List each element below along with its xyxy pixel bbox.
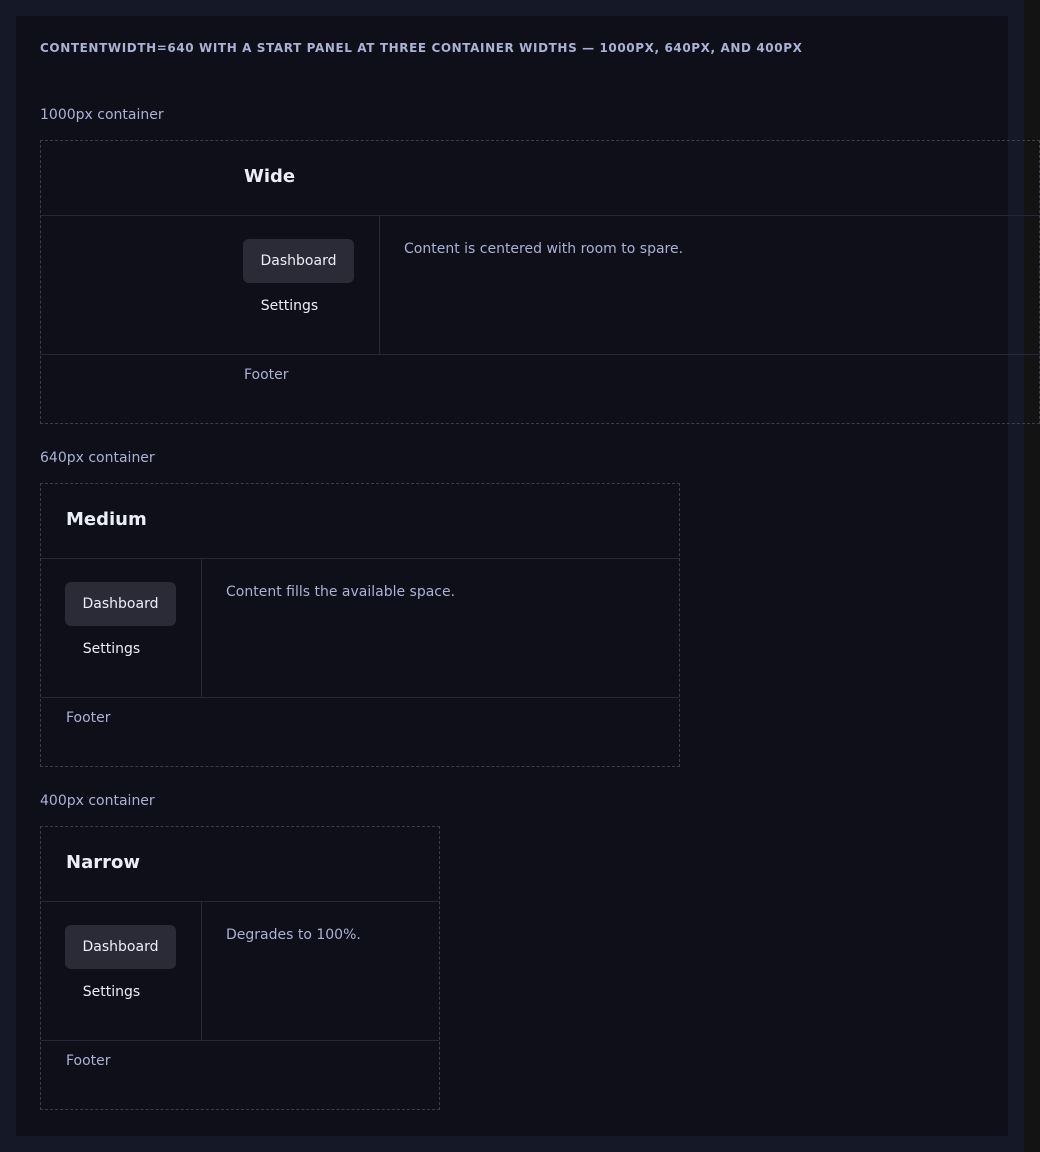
container-narrow: Narrow Dashboard Settings Degrades to 10…	[40, 826, 440, 1110]
nav-item-dashboard[interactable]: Dashboard	[65, 582, 176, 626]
start-panel: Dashboard Settings	[243, 215, 380, 354]
app-footer: Footer	[244, 367, 289, 383]
demo-page: CONTENTWIDTH=640 WITH A START PANEL AT T…	[16, 16, 1040, 1136]
container-wide: Wide Dashboard Settings Content is cente…	[40, 140, 1040, 424]
app-footer: Footer	[66, 710, 111, 726]
demo-label-wide: 1000px container	[40, 107, 164, 123]
nav-item-settings[interactable]: Settings	[243, 284, 336, 328]
page-heading: CONTENTWIDTH=640 WITH A START PANEL AT T…	[40, 41, 803, 55]
start-panel: Dashboard Settings	[65, 901, 202, 1040]
app-title: Medium	[66, 509, 147, 530]
main-content-text: Degrades to 100%.	[226, 927, 361, 943]
demo-label-narrow: 400px container	[40, 793, 155, 809]
app-title: Narrow	[66, 852, 140, 873]
container-medium: Medium Dashboard Settings Content fills …	[40, 483, 680, 767]
nav-item-dashboard[interactable]: Dashboard	[65, 925, 176, 969]
demo-label-medium: 640px container	[40, 450, 155, 466]
nav-item-dashboard[interactable]: Dashboard	[243, 239, 354, 283]
app-title: Wide	[244, 166, 296, 187]
app-header: Medium	[41, 484, 679, 559]
main-content-text: Content fills the available space.	[226, 584, 456, 600]
start-panel: Dashboard Settings	[65, 558, 202, 697]
nav-item-settings[interactable]: Settings	[65, 627, 158, 671]
app-header: Narrow	[41, 827, 439, 902]
app-body: Dashboard Settings Content fills the ava…	[41, 558, 679, 698]
nav-item-settings[interactable]: Settings	[65, 970, 158, 1014]
main-content-text: Content is centered with room to spare.	[404, 241, 684, 257]
app-body: Dashboard Settings Degrades to 100%.	[41, 901, 439, 1041]
app-body: Dashboard Settings Content is centered w…	[41, 215, 1039, 355]
app-header: Wide	[41, 141, 1039, 216]
app-footer: Footer	[66, 1053, 111, 1069]
